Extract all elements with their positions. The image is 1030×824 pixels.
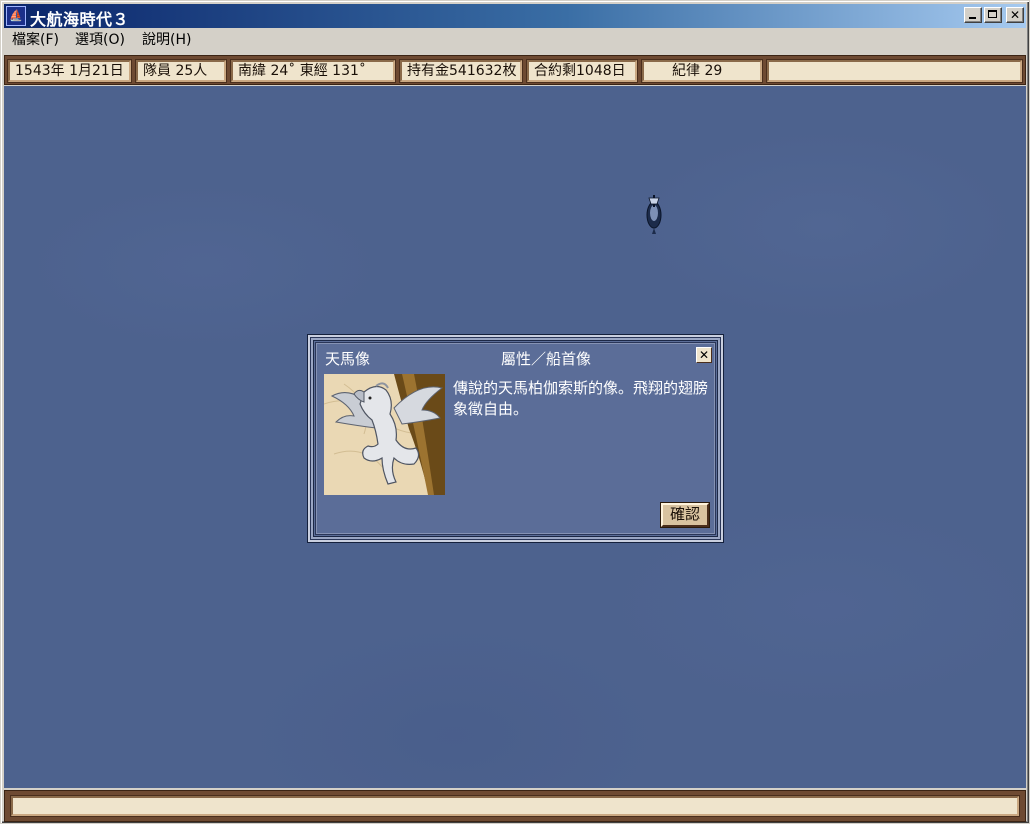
window-controls: ✕ [962,7,1024,25]
menu-file[interactable]: 檔案(F) [12,32,59,48]
status-bar: 1543年 1月21日 隊員 25人 南緯 24˚ 東經 131˚ 持有金541… [4,55,1026,85]
close-icon: ✕ [1009,8,1021,22]
minimize-button[interactable] [964,7,982,23]
item-info-dialog: 天馬像 屬性／船首像 ✕ 傳說的天馬柏伽索斯的像。飛翔的翅膀象徵自由。 確認 [307,334,724,543]
message-field [11,796,1019,816]
window-title: 大航海時代３ [30,10,130,29]
item-description: 傳說的天馬柏伽索斯的像。飛翔的翅膀象徵自由。 [453,379,709,418]
status-position: 南緯 24˚ 東經 131˚ [231,60,395,82]
ship-app-icon[interactable]: ⛵ [6,6,26,26]
status-date: 1543年 1月21日 [8,60,131,82]
maximize-icon [988,10,997,18]
player-ship-icon[interactable] [641,189,667,235]
title-bar[interactable]: ⛵ 大航海時代３ ✕ [4,4,1026,29]
close-icon: ✕ [698,348,710,362]
menu-bar: 檔案(F) 選項(O) 說明(H) [4,29,1026,51]
pegasus-figurehead-image [324,374,445,495]
status-discipline: 紀律 29 [642,60,762,82]
status-empty-field [767,60,1022,82]
status-gold: 持有金541632枚 [400,60,522,82]
menu-options[interactable]: 選項(O) [75,32,125,48]
bottom-message-bar [4,790,1026,822]
game-window: ⛵ 大航海時代３ ✕ 檔案(F) 選項(O) 說明(H) 1543年 1月21日… [0,0,1030,824]
minimize-icon [969,17,976,19]
item-name: 天馬像 [325,350,371,368]
confirm-button[interactable]: 確認 [661,503,709,527]
dialog-close-button[interactable]: ✕ [696,347,712,363]
status-contract: 合約剩1048日 [527,60,637,82]
maximize-button[interactable] [984,7,1002,23]
menu-help[interactable]: 說明(H) [142,32,191,48]
status-crew: 隊員 25人 [136,60,226,82]
close-button[interactable]: ✕ [1006,7,1024,23]
item-type: 屬性／船首像 [501,350,592,368]
